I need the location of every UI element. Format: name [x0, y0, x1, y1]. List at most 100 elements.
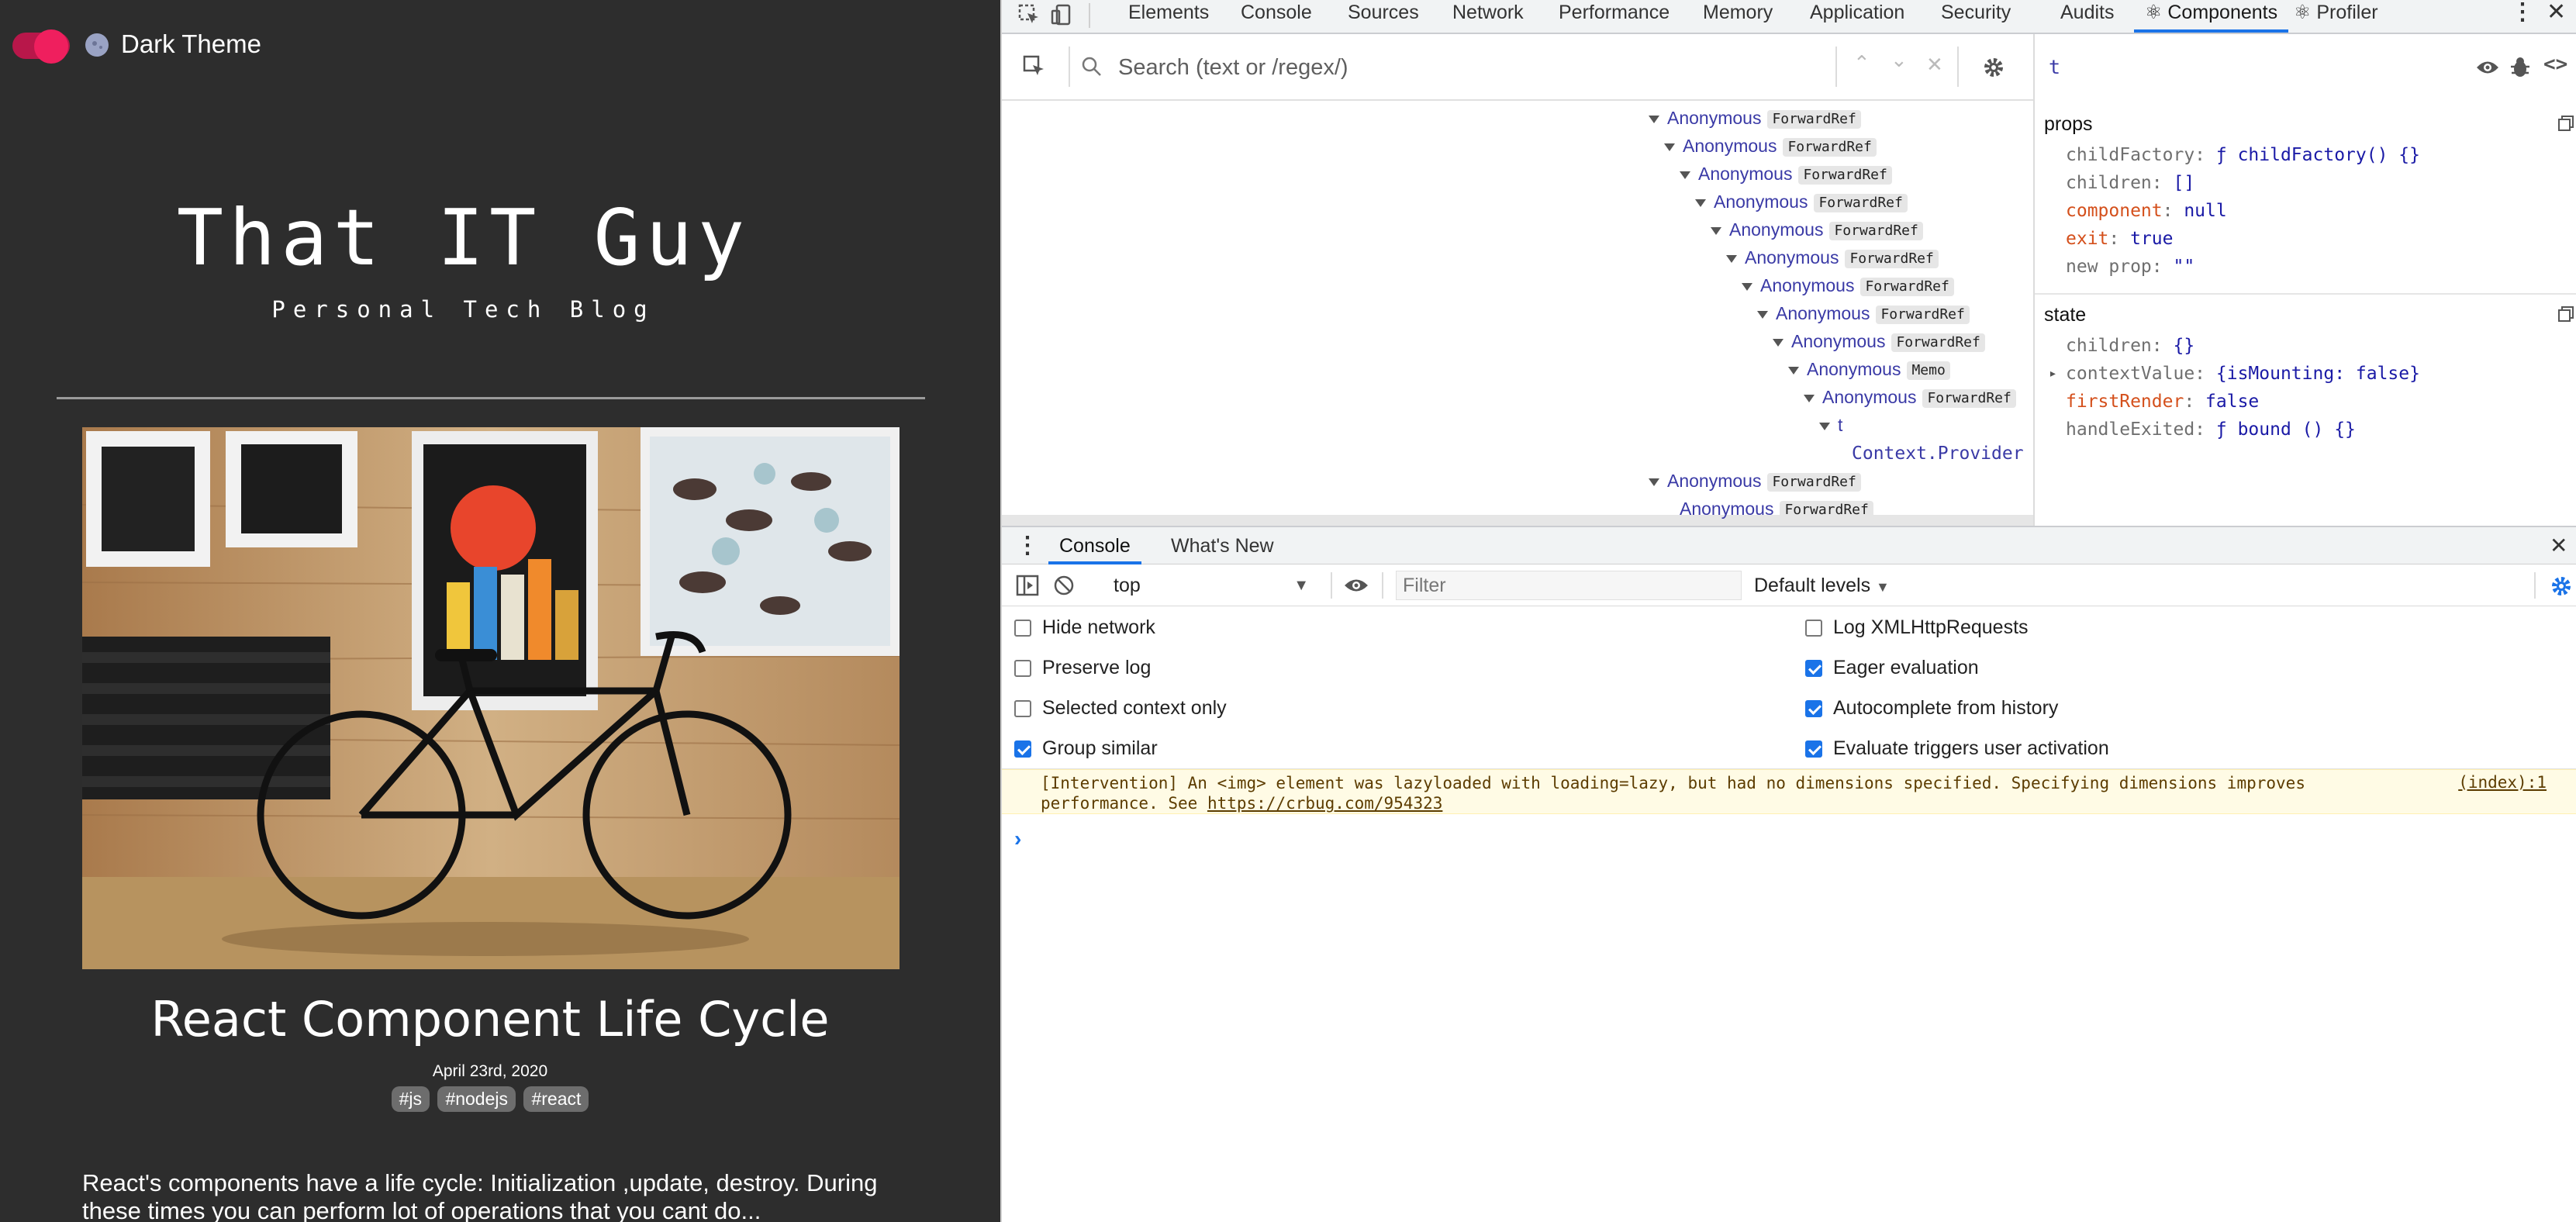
select-element-icon[interactable]	[1022, 54, 1047, 79]
post-hero-image[interactable]	[82, 427, 900, 969]
autocomplete-history-checkbox[interactable]: Autocomplete from history	[1805, 696, 2058, 720]
expand-triangle-icon[interactable]	[1695, 198, 1706, 207]
inspect-element-icon[interactable]	[1017, 3, 1041, 26]
checkbox-checked[interactable]	[1014, 740, 1031, 758]
tab-application[interactable]: Application	[1810, 0, 1904, 33]
preserve-log-checkbox[interactable]: Preserve log	[1014, 656, 1151, 679]
tab-profiler[interactable]: ⚛ Profiler	[2294, 0, 2378, 33]
drawer-tab-console[interactable]: Console	[1048, 527, 1141, 564]
tab-components[interactable]: ⚛ Components	[2134, 0, 2289, 33]
theme-toggle-knob[interactable]	[34, 29, 68, 64]
state-row[interactable]: ▸ contextValue: {isMounting: false}	[2049, 361, 2420, 386]
tree-node[interactable]: Anonymous ForwardRef	[1680, 495, 1873, 523]
prop-row[interactable]: childFactory: ƒ childFactory() {}	[2066, 143, 2420, 167]
expand-triangle-icon[interactable]	[1649, 478, 1659, 486]
log-levels-dropdown[interactable]: Default levels ▼	[1754, 572, 1890, 600]
state-row[interactable]: handleExited: ƒ bound () {}	[2066, 417, 2356, 442]
prop-row[interactable]: exit: true	[2066, 226, 2173, 251]
tree-node[interactable]: Anonymous ForwardRef	[1757, 299, 1970, 327]
expand-arrow-icon[interactable]: ▸	[2049, 361, 2057, 386]
expand-triangle-icon[interactable]	[1664, 143, 1675, 151]
expand-triangle-icon[interactable]	[1773, 338, 1784, 347]
console-settings-gear-icon[interactable]	[2550, 575, 2573, 598]
state-row[interactable]: children: {}	[2066, 333, 2194, 358]
hide-network-checkbox[interactable]: Hide network	[1014, 616, 1155, 639]
tab-performance[interactable]: Performance	[1559, 0, 1670, 33]
expand-triangle-icon[interactable]	[1742, 282, 1752, 291]
tree-node[interactable]: Anonymous ForwardRef	[1695, 188, 1908, 216]
checkbox-checked[interactable]	[1805, 740, 1822, 758]
tab-audits[interactable]: Audits	[2060, 0, 2114, 33]
tree-node[interactable]: Anonymous ForwardRef	[1711, 216, 1923, 243]
expand-triangle-icon[interactable]	[1819, 422, 1830, 430]
context-select[interactable]: top ▼	[1114, 572, 1317, 599]
eye-icon[interactable]	[2475, 57, 2500, 78]
tab-network[interactable]: Network	[1452, 0, 1524, 33]
tree-node[interactable]: Anonymous ForwardRef	[1680, 160, 1892, 188]
tree-node[interactable]: Anonymous ForwardRef	[1726, 243, 1939, 271]
selected-context-checkbox[interactable]: Selected context only	[1014, 696, 1227, 720]
checkbox[interactable]	[1014, 660, 1031, 677]
tab-sources[interactable]: Sources	[1348, 0, 1419, 33]
close-devtools-icon[interactable]: ✕	[2547, 0, 2566, 33]
checkbox-checked[interactable]	[1805, 660, 1822, 677]
chevron-up-icon[interactable]: ⌃	[1853, 51, 1870, 75]
drawer-tab-whats-new[interactable]: What's New	[1160, 527, 1285, 564]
console-filter-input[interactable]	[1396, 571, 1742, 600]
more-options-icon[interactable]: ⋮	[2511, 0, 2534, 33]
tab-elements[interactable]: Elements	[1128, 0, 1209, 33]
evaluate-triggers-checkbox[interactable]: Evaluate triggers user activation	[1805, 737, 2109, 760]
blog-title[interactable]: That IT Guy	[0, 192, 927, 283]
device-toolbar-icon[interactable]	[1050, 3, 1073, 26]
view-source-icon[interactable]: <>	[2543, 53, 2567, 76]
warning-link[interactable]: https://crbug.com/954323	[1207, 794, 1442, 813]
checkbox[interactable]	[1805, 620, 1822, 637]
clear-search-icon[interactable]: ✕	[1926, 53, 1943, 77]
checkbox-checked[interactable]	[1805, 700, 1822, 717]
log-xhr-checkbox[interactable]: Log XMLHttpRequests	[1805, 616, 2029, 639]
group-similar-checkbox[interactable]: Group similar	[1014, 737, 1158, 760]
live-expression-eye-icon[interactable]	[1343, 576, 1369, 595]
prop-row[interactable]: new prop: ""	[2066, 254, 2194, 279]
expand-triangle-icon[interactable]	[1788, 366, 1799, 375]
tree-node[interactable]: Anonymous ForwardRef	[1649, 467, 1861, 495]
settings-gear-icon[interactable]	[1982, 56, 2005, 79]
prop-row[interactable]: component: null	[2066, 198, 2227, 223]
chevron-down-icon[interactable]: ⌄	[1891, 48, 1908, 72]
sidebar-toggle-icon[interactable]	[1016, 575, 1039, 596]
expand-triangle-icon[interactable]	[1804, 394, 1815, 402]
bug-icon[interactable]	[2509, 56, 2531, 79]
expand-triangle-icon[interactable]	[1726, 254, 1737, 263]
post-title[interactable]: React Component Life Cycle	[0, 991, 980, 1048]
checkbox[interactable]	[1014, 700, 1031, 717]
checkbox[interactable]	[1014, 620, 1031, 637]
tag-react[interactable]: #react	[523, 1086, 589, 1112]
component-search-input[interactable]	[1117, 54, 1737, 81]
tree-node[interactable]: Anonymous ForwardRef	[1742, 271, 1954, 299]
tree-node[interactable]: Anonymous Memo	[1788, 355, 1950, 383]
tree-node-selected[interactable]: t	[1819, 411, 1842, 439]
tree-node[interactable]: Context.Provider	[1852, 439, 2024, 467]
state-row[interactable]: firstRender: false	[2066, 389, 2259, 414]
tag-js[interactable]: #js	[391, 1086, 430, 1112]
copy-icon[interactable]	[2557, 115, 2574, 132]
tab-security[interactable]: Security	[1941, 0, 2011, 33]
expand-triangle-icon[interactable]	[1680, 171, 1690, 179]
clear-console-icon[interactable]	[1053, 575, 1075, 596]
expand-triangle-icon[interactable]	[1649, 115, 1659, 123]
close-drawer-icon[interactable]: ✕	[2550, 527, 2567, 564]
tag-nodejs[interactable]: #nodejs	[437, 1086, 516, 1112]
expand-triangle-icon[interactable]	[1757, 310, 1768, 319]
tree-node[interactable]: Anonymous ForwardRef	[1649, 104, 1861, 132]
tree-node[interactable]: Anonymous ForwardRef	[1804, 383, 2016, 411]
drawer-menu-icon[interactable]: ⋮	[1016, 527, 1039, 564]
prop-row[interactable]: children: []	[2066, 171, 2194, 195]
tree-node[interactable]: Anonymous ForwardRef	[1664, 132, 1877, 160]
tab-console[interactable]: Console	[1241, 0, 1312, 33]
copy-icon[interactable]	[2557, 306, 2574, 323]
tree-node[interactable]: Anonymous ForwardRef	[1773, 327, 1985, 355]
expand-triangle-icon[interactable]	[1711, 226, 1721, 235]
tab-memory[interactable]: Memory	[1703, 0, 1773, 33]
eager-evaluation-checkbox[interactable]: Eager evaluation	[1805, 656, 1979, 679]
console-prompt[interactable]: ›	[1014, 827, 1021, 851]
